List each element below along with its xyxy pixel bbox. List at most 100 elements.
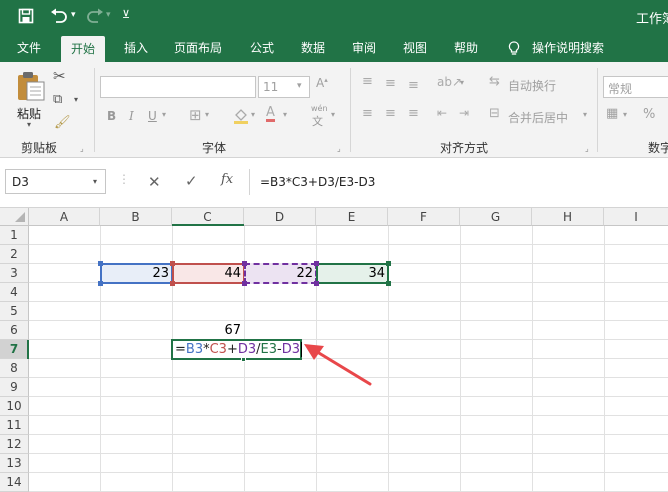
redo-icon[interactable]	[86, 8, 104, 24]
merge-center-button[interactable]: 合并后居中	[508, 109, 568, 126]
tab-insert[interactable]: 插入	[124, 34, 148, 62]
column-header-a[interactable]: A	[29, 208, 100, 226]
tab-page-layout[interactable]: 页面布局	[174, 34, 222, 62]
cancel-icon[interactable]: ✕	[148, 173, 161, 191]
column-header-h[interactable]: H	[532, 208, 604, 226]
bold-icon[interactable]: B	[107, 109, 116, 123]
row-header-1[interactable]: 1	[0, 226, 29, 245]
ribbon-separator	[350, 68, 351, 152]
align-bottom-icon[interactable]: ≡	[408, 78, 419, 93]
gridline	[29, 434, 668, 435]
cell-c7-editor[interactable]: =B3*C3+D3/E3-D3	[175, 340, 303, 359]
fill-color-icon[interactable]	[232, 106, 250, 124]
row-header-11[interactable]: 11	[0, 416, 29, 435]
gridline	[29, 301, 668, 302]
worksheet-grid[interactable]: A B C D E F G H I 1 2 3 4 5 6 7 8 9 10 1…	[0, 208, 668, 492]
currency-dropdown-icon[interactable]: ▾	[623, 110, 627, 119]
column-header-e[interactable]: E	[316, 208, 388, 226]
row-header-7[interactable]: 7	[0, 340, 29, 359]
underline-dropdown-icon[interactable]: ▾	[162, 110, 166, 119]
row-header-5[interactable]: 5	[0, 302, 29, 321]
row-header-6[interactable]: 6	[0, 321, 29, 340]
undo-dropdown-icon[interactable]: ▾	[71, 10, 76, 20]
tab-review[interactable]: 审阅	[352, 34, 376, 62]
row-header-4[interactable]: 4	[0, 283, 29, 302]
align-top-icon[interactable]: ≡	[362, 74, 373, 89]
row-header-14[interactable]: 14	[0, 473, 29, 492]
row-header-8[interactable]: 8	[0, 359, 29, 378]
formula-input[interactable]: =B3*C3+D3/E3-D3	[260, 175, 375, 189]
paste-icon[interactable]	[15, 70, 47, 102]
name-box[interactable]: D3 ▾	[5, 169, 106, 194]
formula-token-b3: B3	[185, 342, 204, 357]
formula-bar-grip-icon: ⋮	[118, 172, 130, 186]
align-center-icon[interactable]: ≡	[385, 106, 396, 121]
name-box-dropdown-icon[interactable]: ▾	[93, 177, 97, 186]
row-header-13[interactable]: 13	[0, 454, 29, 473]
insert-function-icon[interactable]: fx	[221, 172, 233, 187]
wrap-text-icon[interactable]: ⇆	[489, 74, 500, 89]
font-color-dropdown-icon[interactable]: ▾	[283, 110, 287, 119]
paste-dropdown-icon[interactable]: ▾	[27, 120, 31, 129]
align-right-icon[interactable]: ≡	[408, 106, 419, 121]
annotation-arrow-icon	[304, 344, 372, 386]
group-label-clipboard: 剪贴板	[21, 141, 58, 155]
fill-color-dropdown-icon[interactable]: ▾	[251, 110, 255, 119]
column-header-g[interactable]: G	[460, 208, 532, 226]
enter-icon[interactable]: ✓	[185, 172, 198, 190]
merge-dropdown-icon[interactable]: ▾	[583, 110, 587, 119]
customize-toolbar-icon[interactable]: ⊻	[122, 8, 130, 21]
group-label-number: 数字	[648, 141, 668, 155]
cut-icon[interactable]: ✂	[53, 67, 66, 85]
align-left-icon[interactable]: ≡	[362, 106, 373, 121]
row-header-3[interactable]: 3	[0, 264, 29, 283]
row-header-10[interactable]: 10	[0, 397, 29, 416]
orientation-icon[interactable]: ab↗	[437, 75, 462, 89]
undo-icon[interactable]	[50, 8, 68, 24]
save-icon[interactable]	[18, 8, 34, 24]
font-launcher-icon[interactable]: ⌟	[337, 144, 341, 153]
phonetic-dropdown-icon[interactable]: ▾	[331, 110, 335, 119]
underline-icon[interactable]: U	[148, 109, 157, 123]
merge-center-icon[interactable]: ⊟	[489, 106, 500, 121]
format-painter-icon[interactable]: 🖌	[54, 115, 71, 130]
italic-icon[interactable]: I	[129, 109, 134, 123]
tab-view[interactable]: 视图	[403, 34, 427, 62]
copy-icon[interactable]: ⧉	[53, 92, 62, 107]
row-header-9[interactable]: 9	[0, 378, 29, 397]
row-header-12[interactable]: 12	[0, 435, 29, 454]
clipboard-launcher-icon[interactable]: ⌟	[80, 144, 84, 153]
tab-home[interactable]: 开始	[61, 36, 106, 62]
font-name-box[interactable]	[100, 76, 256, 98]
borders-icon[interactable]: ⊞	[189, 106, 202, 124]
gridline	[29, 320, 668, 321]
copy-dropdown-icon[interactable]: ▾	[74, 95, 78, 104]
tab-help[interactable]: 帮助	[454, 34, 478, 62]
tell-me-search[interactable]: 操作说明搜索	[532, 34, 604, 62]
tab-file[interactable]: 文件	[17, 34, 41, 62]
wrap-text-button[interactable]: 自动换行	[508, 77, 556, 94]
decrease-indent-icon[interactable]: ⇤	[437, 106, 447, 120]
column-header-b[interactable]: B	[100, 208, 172, 226]
font-size-box[interactable]: 11 ▾	[258, 76, 310, 98]
font-color-icon[interactable]: A	[266, 106, 275, 122]
borders-dropdown-icon[interactable]: ▾	[205, 110, 209, 119]
formula-token-c3: C3	[209, 342, 227, 357]
align-middle-icon[interactable]: ≡	[385, 76, 396, 91]
grow-font-icon[interactable]: A▴	[316, 76, 328, 90]
phonetic-guide-icon[interactable]: wén	[311, 104, 328, 113]
column-header-f[interactable]: F	[388, 208, 460, 226]
increase-indent-icon[interactable]: ⇥	[459, 106, 469, 120]
orientation-dropdown-icon[interactable]: ▾	[460, 78, 464, 87]
row-header-2[interactable]: 2	[0, 245, 29, 264]
number-format-box[interactable]: 常规	[603, 76, 668, 98]
tab-data[interactable]: 数据	[301, 34, 325, 62]
currency-icon[interactable]: ▦	[606, 106, 618, 121]
alignment-launcher-icon[interactable]: ⌟	[585, 144, 589, 153]
column-header-i[interactable]: I	[604, 208, 668, 226]
column-header-d[interactable]: D	[244, 208, 316, 226]
percent-icon[interactable]: %	[643, 107, 655, 122]
tab-formulas[interactable]: 公式	[250, 34, 274, 62]
redo-dropdown-icon[interactable]: ▾	[106, 10, 111, 20]
select-all-corner[interactable]	[0, 208, 29, 226]
